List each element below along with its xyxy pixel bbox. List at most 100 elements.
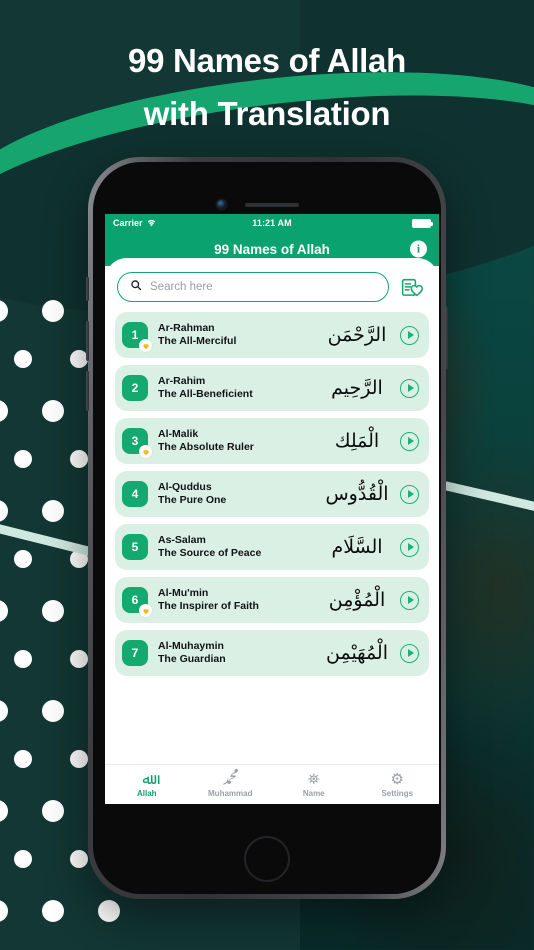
headline-line-1: 99 Names of Allah [128,42,406,79]
names-list[interactable]: 1 Ar-Rahman The All-Merciful الرَّحْمَن 2 Ar-… [115,312,429,804]
app-screen: Carrier 11:21 AM 99 Names of Allah i Sea… [105,214,439,804]
tab-label: Name [302,788,325,798]
decorative-dot [42,700,64,722]
name-arabic: الْمَلِك [334,429,380,452]
name-number: 5 [122,534,148,560]
decorative-dot [14,850,32,868]
phone-volume-up-button [86,321,89,361]
phone-power-button [445,307,448,369]
tab-muhammad[interactable]: ﷴ Muhammad [189,769,273,798]
name-number-chip: 1 [122,322,152,352]
decorative-dot [14,350,32,368]
name-text-block: Al-Quddus The Pure One [158,481,320,507]
front-camera-icon [217,200,226,209]
info-icon[interactable]: i [410,240,427,258]
decorative-dot [70,850,88,868]
favorites-list-heart-icon[interactable] [397,272,427,302]
tab-allah[interactable]: ﷲ Allah [105,769,189,798]
favorite-heart-badge[interactable] [139,445,152,458]
name-number-chip: 2 [122,375,148,401]
list-item[interactable]: 5 As-Salam The Source of Peace السَّلَام [115,524,429,570]
phone-mockup: Carrier 11:21 AM 99 Names of Allah i Sea… [86,157,448,899]
name-meaning: The Absolute Ruler [158,441,254,453]
name-transliteration: Al-Mu'min [158,586,209,599]
decorative-dot [42,900,64,922]
tab-settings[interactable]: ⚙ Settings [356,769,440,798]
name-number-chip: 3 [122,428,152,458]
play-icon[interactable] [400,484,419,504]
gear-icon: ⚙ [390,769,404,788]
search-input[interactable] [150,281,376,293]
phone-silence-switch [86,277,89,301]
name-arabic: الْمُهَيْمِن [326,641,388,664]
decorative-dot [0,600,8,622]
decorative-dot [14,750,32,768]
wifi-icon [146,218,157,229]
decorative-dot [0,300,8,322]
phone-volume-down-button [86,371,89,411]
name-number: 7 [122,640,148,666]
name-number: 2 [122,375,148,401]
name-arabic: الرَّحِيم [331,376,383,399]
battery-icon [412,218,433,228]
decorative-dot [42,800,64,822]
search-row [115,272,429,312]
play-icon[interactable] [400,325,419,345]
list-item[interactable]: 2 Ar-Rahim The All-Beneficient الرَّحِيم [115,365,429,411]
name-arabic: الْقُدُّوس [325,482,389,505]
page-title: 99 Names of Allah with Translation [0,34,534,141]
name-transliteration: Al-Quddus [158,480,212,493]
list-item[interactable]: 3 Al-Malik The Absolute Ruler الْمَلِك [115,418,429,464]
play-icon[interactable] [400,378,419,398]
name-meaning: The Pure One [158,494,227,506]
content-sheet: 1Ar-RahmanThe All-Mercifulالرَّحْمَن 2 Ar-… [105,258,439,804]
tab-label: Allah [136,788,157,798]
status-bar: Carrier 11:21 AM [105,214,439,232]
play-icon[interactable] [400,590,419,610]
bottom-tab-bar[interactable]: ﷲ Allah ﷴ Muhammad ⛯ Name ⚙ Settings [105,764,439,804]
headline-line-2: with Translation [143,95,391,133]
decorative-dot [0,800,8,822]
name-text-block: Al-Muhaymin The Guardian [158,640,320,666]
favorite-heart-badge[interactable] [139,339,152,352]
list-item[interactable]: 1 Ar-Rahman The All-Merciful الرَّحْمَن [115,312,429,358]
list-item[interactable]: 4 Al-Quddus The Pure One الْقُدُّوس [115,471,429,517]
name-meaning: The Guardian [158,653,226,665]
favorite-heart-badge[interactable] [139,604,152,617]
decorative-dot [0,900,8,922]
name-number-chip: 4 [122,481,148,507]
allah-calligraphy-icon: ﷲ [142,769,152,788]
name-number-chip: 7 [122,640,148,666]
name-tag-icon: ⛯ [307,769,320,788]
decorative-dot [42,300,64,322]
decorative-dot [14,650,32,668]
name-transliteration: As-Salam [158,533,206,546]
play-icon[interactable] [400,537,419,557]
name-meaning: The All-Beneficient [158,388,253,400]
decorative-dot [0,500,8,522]
list-item[interactable]: 6 Al-Mu'min The Inspirer of Faith الْمُؤْمِ… [115,577,429,623]
decorative-dot [42,500,64,522]
promo-screenshot: 99 Names of Allah with Translation Carri… [0,0,534,950]
tab-label: Settings [381,788,414,798]
play-icon[interactable] [400,643,419,663]
decorative-dot [14,550,32,568]
name-number: 4 [122,481,148,507]
phone-bezel: Carrier 11:21 AM 99 Names of Allah i Sea… [93,162,441,894]
search-box[interactable] [117,272,389,302]
home-button[interactable] [244,836,290,882]
muhammad-calligraphy-icon: ﷴ [222,769,239,788]
decorative-dot [0,700,8,722]
app-title: 99 Names of Allah [214,241,330,257]
tab-name[interactable]: ⛯ Name [272,769,356,798]
list-item[interactable]: 7 Al-Muhaymin The Guardian الْمُهَيْمِن [115,630,429,676]
carrier-label: Carrier [113,218,143,228]
name-meaning: The Source of Peace [158,547,262,559]
name-transliteration: Al-Muhaymin [158,639,224,652]
clock-label: 11:21 AM [252,218,292,228]
tab-label: Muhammad [208,788,253,798]
name-transliteration: Ar-Rahim [158,374,206,387]
name-number-chip: 6 [122,587,152,617]
decorative-dot [0,400,8,422]
play-icon[interactable] [400,431,419,451]
